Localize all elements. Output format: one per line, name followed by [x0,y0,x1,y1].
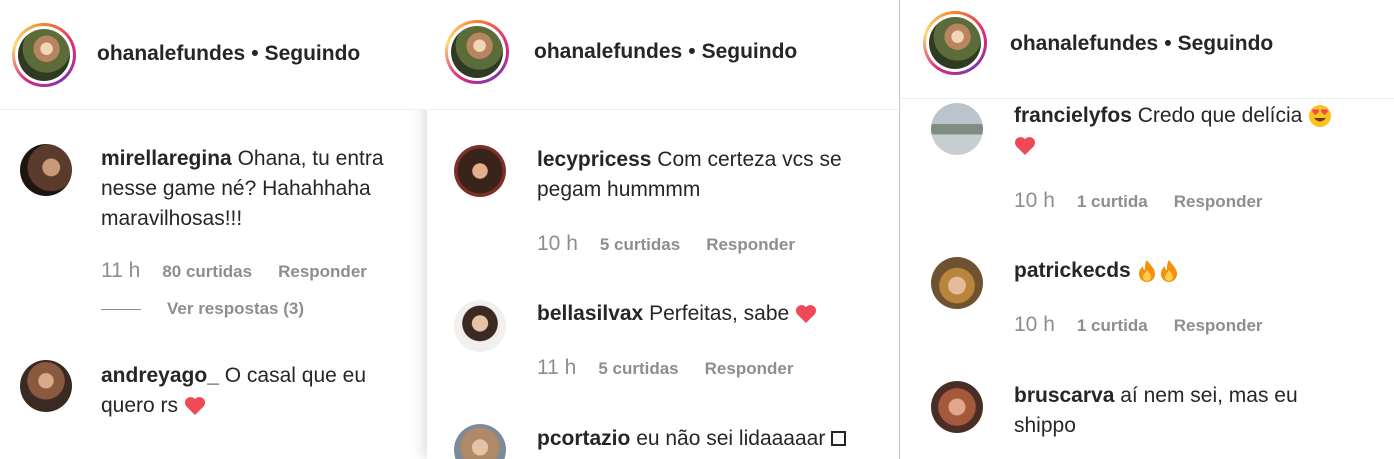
profile-avatar[interactable] [12,23,76,87]
header-separator: • [251,42,259,65]
comment-time[interactable]: 10 h [537,232,578,255]
comment-time[interactable]: 11 h [101,259,140,282]
comment-likes[interactable]: 1 curtida [1077,192,1148,211]
comment-meta: 10 h 5 curtidas Responder [537,232,795,256]
commenter-avatar[interactable] [454,300,506,352]
comment-username[interactable]: pcortazio [537,427,630,450]
comment-text: Credo que delícia [1137,104,1303,127]
reply-button[interactable]: Responder [278,262,367,281]
comments-panel-1: ohanalefundes • Seguindo mirellaregina Oha… [0,0,427,459]
comment-time[interactable]: 10 h [1014,189,1055,212]
post-header: ohanalefundes • Seguindo [900,0,1394,99]
comment-likes[interactable]: 1 curtida [1077,316,1148,335]
fire-emoji [1137,259,1157,283]
unsupported-emoji-box [831,431,847,446]
profile-avatar[interactable] [445,20,509,84]
post-header: ohanalefundes • Seguindo [0,0,427,110]
comment-username[interactable]: bellasilvax [537,302,643,325]
comment-likes[interactable]: 80 curtidas [162,262,252,281]
comment-username[interactable]: patrickecds [1014,259,1131,282]
reply-button[interactable]: Responder [706,235,795,254]
header-separator: • [688,40,696,63]
view-replies-button[interactable]: Ver respostas (3) [101,299,304,319]
reply-button[interactable]: Responder [1174,316,1263,335]
header-username[interactable]: ohanalefundes [534,40,682,63]
commenter-avatar[interactable] [20,360,72,412]
comment-username[interactable]: francielyfos [1014,104,1132,127]
red-heart-emoji [795,304,817,324]
comment-username[interactable]: bruscarva [1014,384,1114,407]
header-username[interactable]: ohanalefundes [97,42,245,65]
reply-button[interactable]: Responder [705,359,794,378]
view-replies-label: Ver respostas (3) [167,299,305,318]
comments-panel-3: ohanalefundes • Seguindo francielyfos Cred… [899,0,1394,459]
red-heart-emoji [184,396,206,416]
profile-avatar[interactable] [923,11,987,75]
comment-text: Perfeitas, sabe [649,302,790,325]
header-separator: • [1164,32,1172,55]
red-heart-emoji [1014,136,1036,156]
reply-button[interactable]: Responder [1174,192,1263,211]
comment-username[interactable]: andreyago_ [101,364,219,387]
comment-time[interactable]: 11 h [537,356,576,379]
comments-panel-2: ohanalefundes • Seguindo lecypricess Com c… [427,0,899,459]
comment-meta: 11 h 80 curtidas Responder [101,259,367,283]
comment-likes[interactable]: 5 curtidas [598,359,678,378]
fire-emoji [1159,259,1179,283]
comment-username[interactable]: mirellaregina [101,147,232,170]
comment-text: eu não sei lidaaaaar [636,427,826,450]
commenter-avatar[interactable] [20,144,72,196]
commenter-avatar[interactable] [931,103,983,155]
follow-status-button[interactable]: Seguindo [702,40,798,63]
commenter-avatar[interactable] [931,257,983,309]
post-header: ohanalefundes • Seguindo [427,0,899,110]
comment-time[interactable]: 10 h [1014,313,1055,336]
commenter-avatar[interactable] [931,381,983,433]
comment-username[interactable]: lecypricess [537,148,651,171]
commenter-avatar[interactable] [454,424,506,459]
comment-likes[interactable]: 5 curtidas [600,235,680,254]
header-username[interactable]: ohanalefundes [1010,32,1158,55]
follow-status-button[interactable]: Seguindo [265,42,361,65]
comment-meta: 10 h 1 curtida Responder [1014,313,1263,337]
commenter-avatar[interactable] [454,145,506,197]
comment-meta: 10 h 1 curtida Responder [1014,189,1263,213]
heart-eyes-emoji [1308,104,1332,128]
follow-status-button[interactable]: Seguindo [1178,32,1274,55]
comment-meta: 11 h 5 curtidas Responder [537,356,793,380]
view-replies-line [101,309,141,311]
